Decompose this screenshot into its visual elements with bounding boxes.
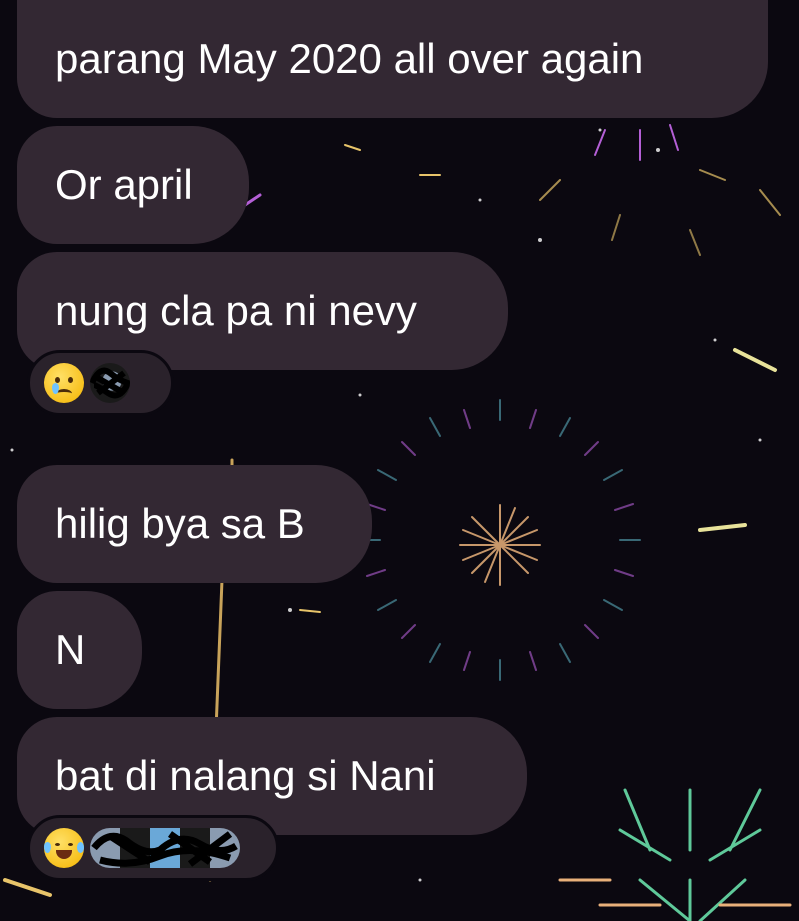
- message-bubble[interactable]: hilig bya sa B: [17, 465, 372, 583]
- message-text: parang May 2020 all over again: [55, 35, 644, 82]
- message-bubble[interactable]: Or april: [17, 126, 249, 244]
- message-text: Or april: [55, 161, 193, 208]
- crying-face-emoji: [44, 363, 84, 403]
- tears-of-joy-emoji: [44, 828, 84, 868]
- message-text: hilig bya sa B: [55, 500, 305, 547]
- redacted-avatar: [90, 363, 130, 403]
- message-text: bat di nalang si Nani: [55, 752, 436, 799]
- message-bubble[interactable]: parang May 2020 all over again: [17, 0, 768, 118]
- message-text: nung cla pa ni nevy: [55, 287, 417, 334]
- message-text: N: [55, 626, 86, 673]
- message-bubble[interactable]: N: [17, 591, 142, 709]
- reactions-bar[interactable]: [27, 815, 279, 881]
- reactions-bar[interactable]: [27, 350, 174, 416]
- redacted-avatars: [90, 828, 240, 868]
